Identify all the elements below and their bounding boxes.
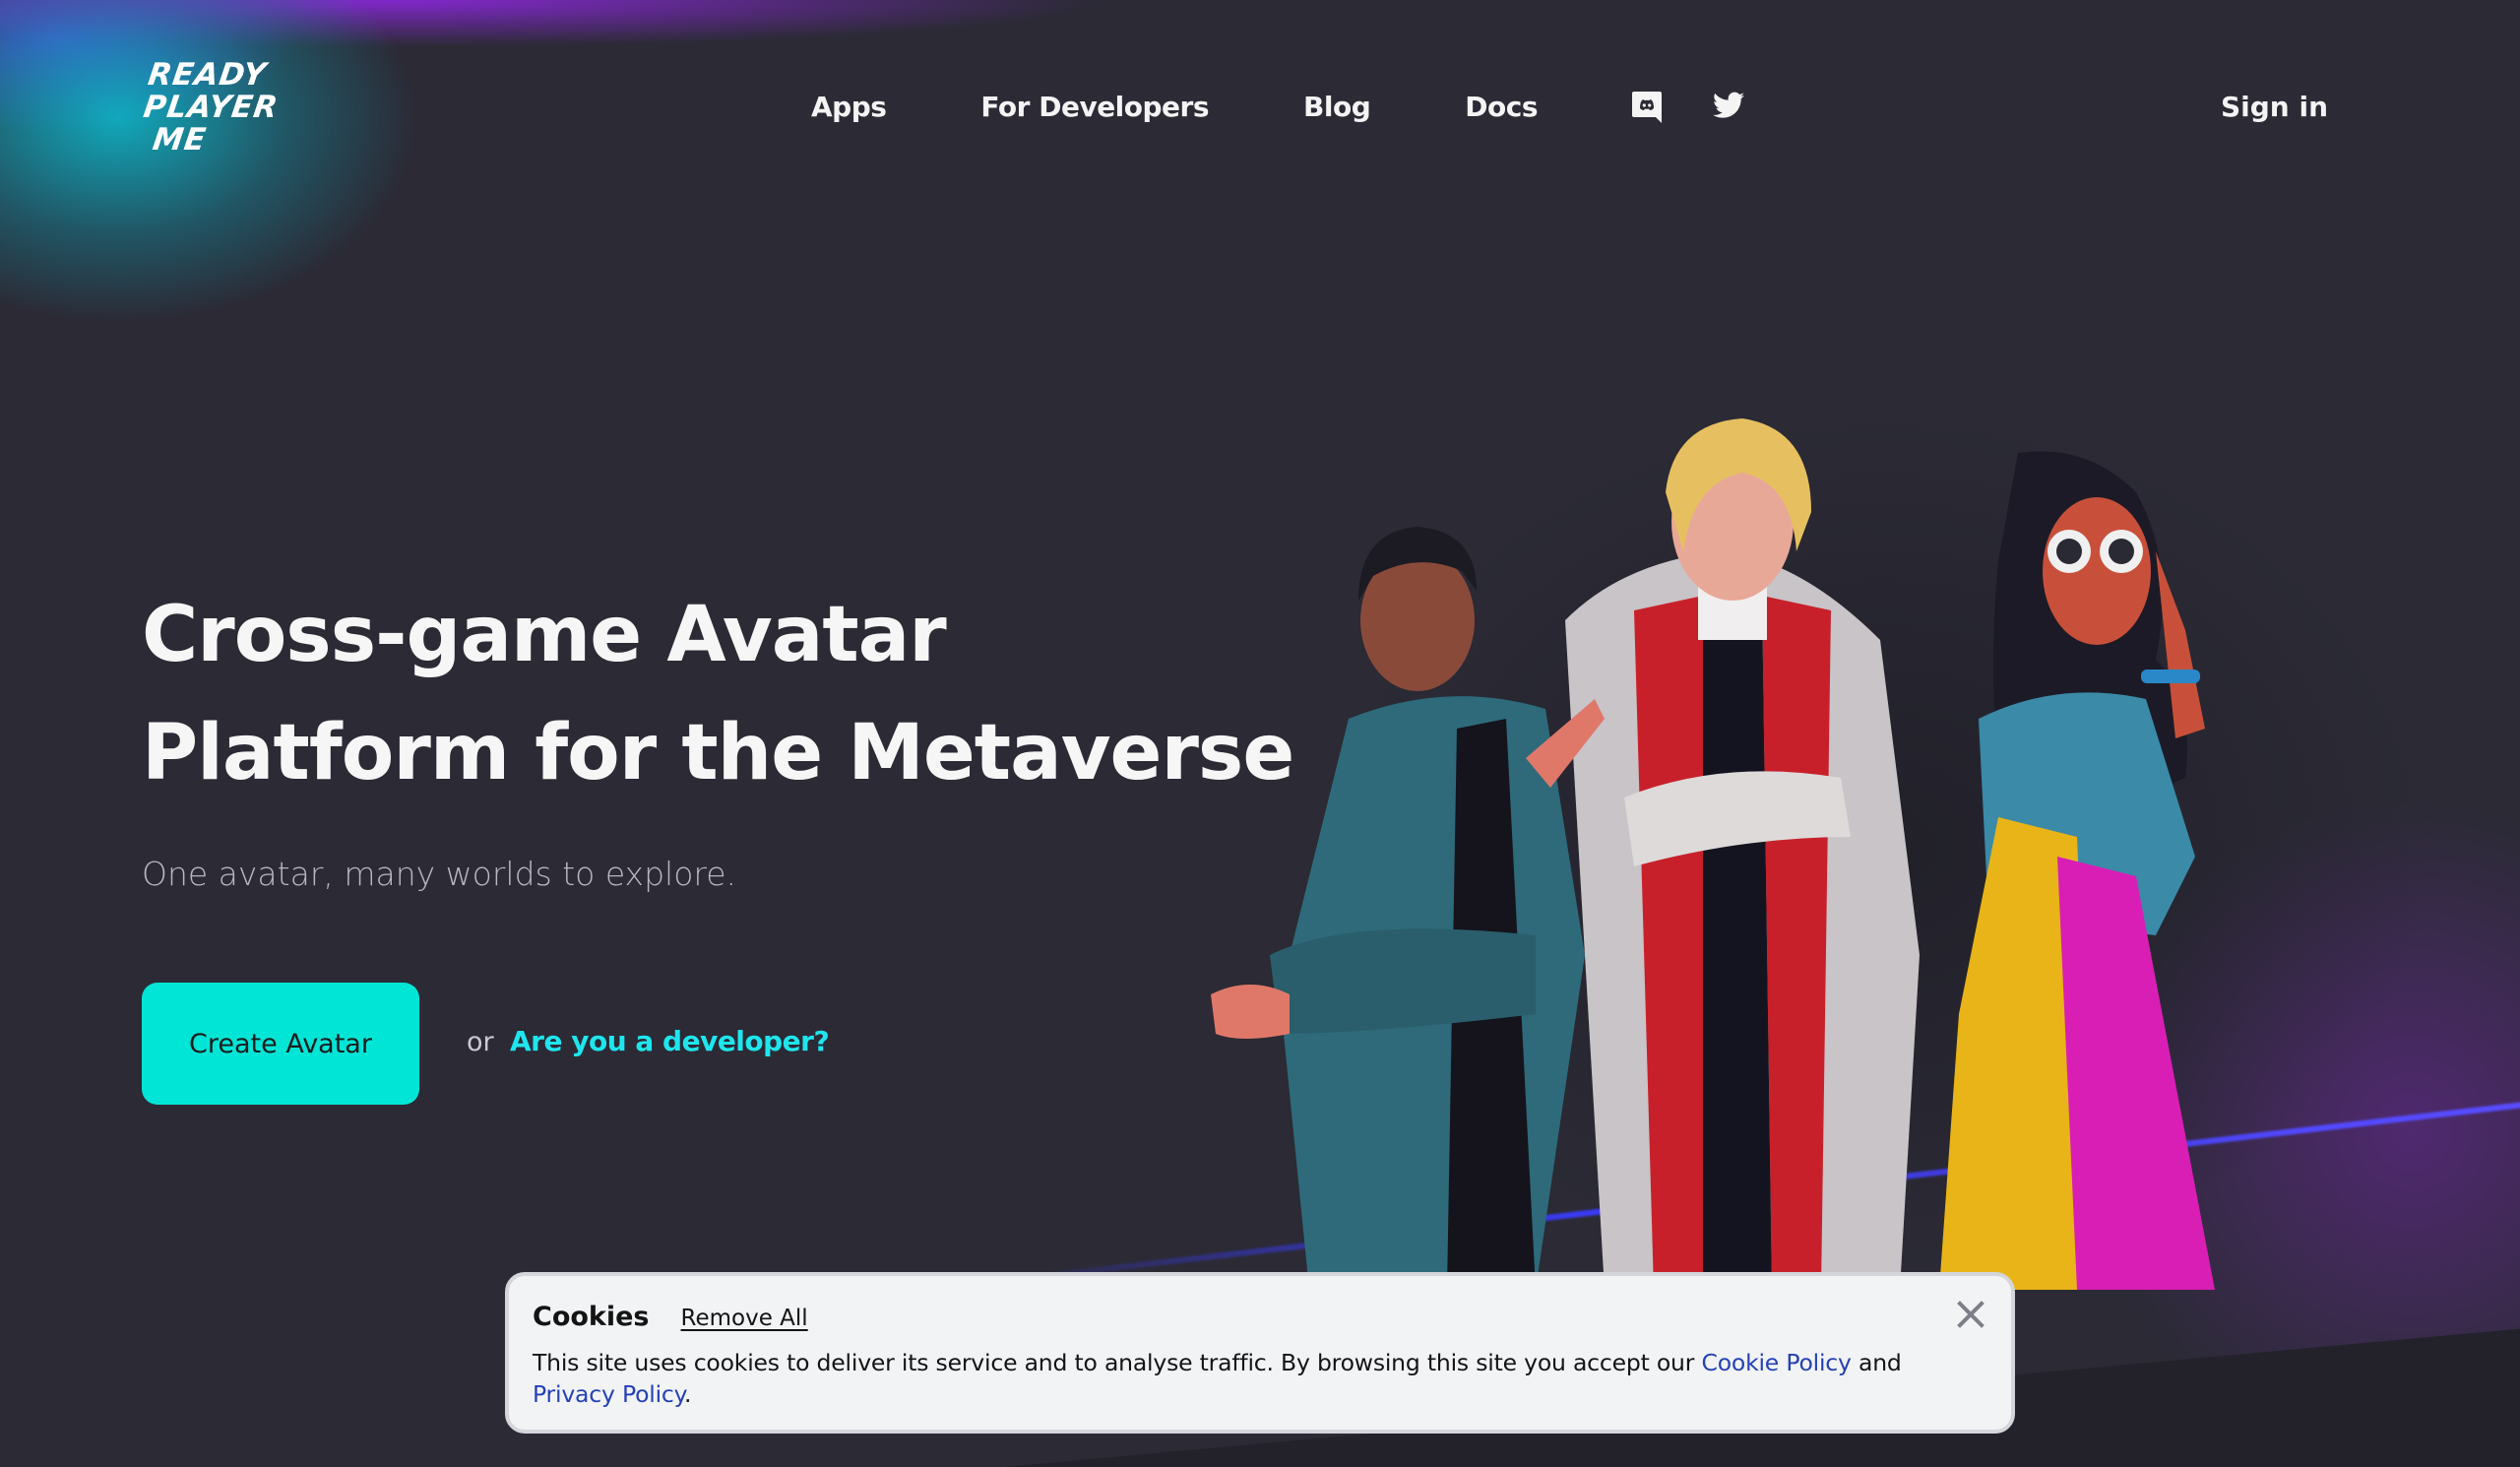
hero-subtitle: One avatar, many worlds to explore.	[142, 855, 737, 893]
privacy-policy-link[interactable]: Privacy Policy	[533, 1380, 684, 1408]
remove-all-cookies-link[interactable]: Remove All	[681, 1306, 808, 1331]
close-icon[interactable]	[1954, 1298, 1987, 1331]
nav-item-docs[interactable]: Docs	[1465, 91, 1538, 123]
avatars-illustration	[1211, 414, 2431, 1290]
logo-line-3: ME	[150, 122, 209, 158]
social-icons	[1632, 91, 1744, 123]
cookie-banner-title: Cookies	[533, 1302, 650, 1332]
cookie-body-text: This site uses cookies to deliver its se…	[533, 1349, 1702, 1376]
cookie-and-text: and	[1851, 1349, 1902, 1376]
hero-title-line-1: Cross-game Avatar	[142, 591, 947, 679]
cookie-policy-link[interactable]: Cookie Policy	[1702, 1349, 1852, 1376]
cookie-banner-header: Cookies Remove All	[533, 1302, 808, 1332]
logo-line-2: PLAYER	[141, 90, 282, 125]
cookie-end-text: .	[684, 1380, 692, 1408]
hero-title: Cross-game Avatar Platform for the Metav…	[142, 576, 1323, 812]
logo[interactable]: READY PLAYER ME	[137, 57, 308, 158]
or-label: or	[467, 1027, 494, 1057]
main-nav: Apps For Developers Blog Docs	[811, 91, 1744, 123]
cookie-banner: Cookies Remove All This site uses cookie…	[505, 1272, 2015, 1434]
nav-item-blog[interactable]: Blog	[1303, 91, 1371, 123]
cookie-banner-text: This site uses cookies to deliver its se…	[533, 1347, 1980, 1410]
discord-icon[interactable]	[1632, 91, 1664, 123]
logo-line-1: READY	[146, 57, 270, 93]
nav-item-apps[interactable]: Apps	[811, 91, 887, 123]
create-avatar-button[interactable]: Create Avatar	[142, 983, 419, 1105]
hero-title-line-2: Platform for the Metaverse	[142, 709, 1294, 797]
developer-link[interactable]: Are you a developer?	[510, 1025, 830, 1057]
nav-item-for-developers[interactable]: For Developers	[980, 91, 1209, 123]
sign-in-link[interactable]: Sign in	[2221, 91, 2328, 123]
twitter-icon[interactable]	[1713, 92, 1744, 123]
